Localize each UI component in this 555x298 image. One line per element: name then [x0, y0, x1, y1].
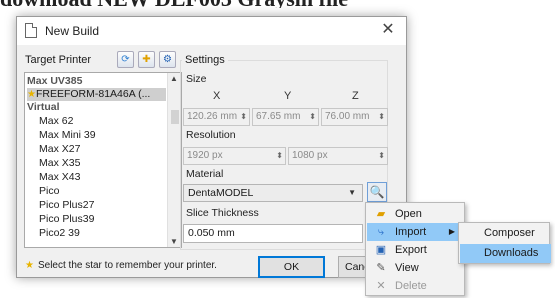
menu-item-import[interactable]: ⤷ Import ▶	[367, 223, 463, 241]
scroll-down-icon[interactable]: ▼	[170, 237, 178, 246]
delete-icon: ✕	[376, 280, 386, 292]
menu-item-export[interactable]: ▣ Export	[367, 241, 463, 259]
submenu-item-label: Composer	[484, 227, 535, 239]
spin-arrows-icon[interactable]: ⬍	[276, 148, 283, 164]
list-item[interactable]: Max 62	[39, 115, 73, 128]
list-item[interactable]: Max UV385	[27, 75, 82, 88]
menu-item-label: Open	[395, 208, 422, 220]
list-item-label: Max X43	[39, 171, 81, 183]
menu-item-label: View	[395, 262, 419, 274]
list-item[interactable]: Pico Plus39	[39, 213, 94, 226]
list-item-label: Max 62	[39, 115, 74, 127]
list-item-label: Pico Plus39	[39, 213, 95, 225]
target-printer-label: Target Printer	[25, 54, 92, 66]
resolution-height-spinbox[interactable]: 1080 px ⬍	[288, 147, 388, 165]
menu-item-view[interactable]: ✎ View	[367, 259, 463, 277]
ok-button[interactable]: OK	[258, 256, 325, 278]
import-icon: ⤷	[377, 226, 385, 238]
size-z-value: 76.00 mm	[325, 111, 370, 122]
menu-item-label: Delete	[395, 280, 427, 292]
import-submenu: Composer Downloads	[458, 222, 551, 264]
material-folder-button[interactable]: 🔍	[367, 182, 387, 202]
slice-thickness-input[interactable]: 0.050 mm	[183, 224, 363, 243]
list-item-label: Max Mini 39	[39, 129, 96, 141]
submenu-item-composer[interactable]: Composer	[460, 224, 551, 243]
axis-y-label: Y	[284, 90, 292, 102]
list-item[interactable]: Pico Plus27	[39, 199, 94, 212]
submenu-item-downloads[interactable]: Downloads	[460, 244, 551, 263]
resolution-width-spinbox[interactable]: 1920 px ⬍	[183, 147, 286, 165]
material-label: Material	[186, 168, 224, 180]
context-menu: ▰ Open ⤷ Import ▶ ▣ Export ✎ View ✕ Delete	[365, 202, 465, 296]
list-item[interactable]: Pico2 39	[39, 227, 80, 240]
submenu-item-label: Downloads	[484, 247, 539, 259]
list-item-label: Virtual	[27, 101, 60, 113]
list-item[interactable]: Pico	[39, 185, 59, 198]
list-item[interactable]: Max X27	[39, 143, 80, 156]
size-label: Size	[186, 73, 207, 85]
list-item-label: Pico2 39	[39, 227, 80, 239]
menu-item-label: Export	[395, 244, 427, 256]
spin-arrows-icon[interactable]: ⬍	[240, 109, 247, 125]
slice-thickness-label: Slice Thickness	[186, 207, 259, 219]
chevron-down-icon: ▼	[348, 188, 356, 197]
size-z-spinbox[interactable]: 76.00 mm ⬍	[321, 108, 388, 126]
dialog-title: New Build	[45, 24, 100, 38]
list-item[interactable]: Max X43	[39, 171, 80, 184]
document-icon	[25, 23, 37, 38]
save-icon: ▣	[375, 244, 387, 256]
spin-arrows-icon[interactable]: ⬍	[378, 148, 385, 164]
resolution-height-value: 1080 px	[292, 150, 328, 161]
list-item-label: Max X27	[39, 143, 81, 155]
material-value: DentaMODEL	[188, 187, 254, 199]
list-item-label: Pico Plus27	[39, 199, 95, 211]
spin-arrows-icon[interactable]: ⬍	[309, 109, 316, 125]
settings-icon[interactable]: ⚙	[159, 51, 176, 68]
scroll-up-icon[interactable]: ▲	[170, 74, 178, 83]
remember-printer-hint: ★ Select the star to remember your printe…	[25, 260, 217, 271]
axis-x-label: X	[213, 90, 221, 102]
hint-text: Select the star to remember your printer…	[37, 260, 217, 271]
resolution-label: Resolution	[186, 129, 236, 141]
folder-open-icon: ▰	[376, 208, 386, 220]
refresh-icon[interactable]: ⟳	[117, 51, 134, 68]
list-item[interactable]: Max X35	[39, 157, 80, 170]
spin-arrows-icon[interactable]: ⬍	[378, 109, 385, 125]
slice-thickness-value: 0.050 mm	[188, 227, 235, 239]
printer-list[interactable]: Max UV385 ★FREEFORM-81A46A (... Virtual …	[24, 72, 182, 248]
material-select[interactable]: DentaMODEL ▼	[183, 184, 363, 202]
axis-z-label: Z	[352, 90, 359, 102]
scroll-thumb[interactable]	[171, 110, 179, 124]
list-item-label: Pico	[39, 185, 60, 197]
submenu-arrow-icon: ▶	[448, 227, 455, 236]
list-item-label: Max UV385	[27, 75, 83, 87]
list-scrollbar[interactable]: ▲ ▼	[167, 73, 181, 247]
close-button[interactable]: ✕	[378, 21, 398, 39]
menu-item-open[interactable]: ▰ Open	[367, 205, 463, 223]
menu-item-label: Import	[395, 226, 427, 238]
add-printer-icon[interactable]: ✚	[138, 51, 155, 68]
folder-search-icon: 🔍	[369, 185, 385, 199]
list-item[interactable]: Max Mini 39	[39, 129, 96, 142]
star-icon[interactable]: ★	[27, 89, 36, 100]
size-y-value: 67.65 mm	[256, 111, 301, 122]
background-document-text: download NEW DLF003 Graysln file	[0, 0, 555, 8]
dialog-titlebar: New Build ✕	[17, 17, 406, 45]
settings-group-title: Settings	[182, 54, 228, 66]
star-icon: ★	[25, 260, 34, 271]
size-x-spinbox[interactable]: 120.26 mm ⬍	[183, 108, 250, 126]
resolution-width-value: 1920 px	[187, 150, 223, 161]
list-item-selected[interactable]: ★FREEFORM-81A46A (...	[27, 88, 166, 101]
menu-item-delete: ✕ Delete	[367, 277, 463, 295]
list-item[interactable]: Virtual	[27, 101, 59, 114]
size-x-value: 120.26 mm	[187, 111, 238, 122]
size-y-spinbox[interactable]: 67.65 mm ⬍	[252, 108, 319, 126]
view-icon: ✎	[376, 262, 386, 274]
list-item-label: FREEFORM-81A46A (...	[35, 88, 151, 100]
list-item-label: Max X35	[39, 157, 81, 169]
